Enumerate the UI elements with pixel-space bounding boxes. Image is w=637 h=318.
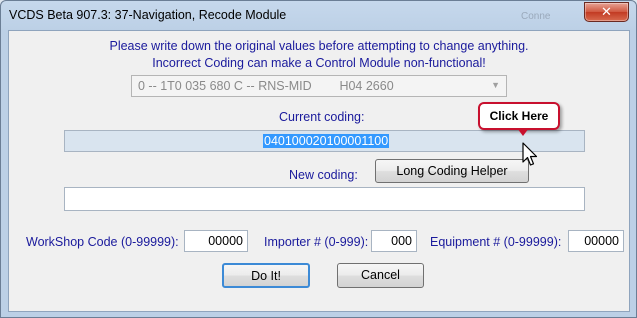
warning-line-2: Incorrect Coding can make a Control Modu… [152,56,486,70]
click-here-callout: Click Here [478,102,560,130]
window-title: VCDS Beta 907.3: 37-Navigation, Recode M… [9,8,287,22]
importer-input[interactable]: 000 [371,230,417,252]
do-it-button[interactable]: Do It! [222,263,310,288]
recode-dialog: VCDS Beta 907.3: 37-Navigation, Recode M… [0,0,637,318]
equipment-input[interactable]: 00000 [568,230,624,252]
mouse-cursor-icon [522,142,538,166]
workshop-code-input[interactable]: 00000 [184,230,248,252]
title-bar[interactable]: VCDS Beta 907.3: 37-Navigation, Recode M… [1,1,636,31]
background-window-text: Conne [521,11,551,22]
module-select[interactable]: 0 -- 1T0 035 680 C -- RNS-MID H04 2660 ▼ [131,75,507,97]
close-icon: ✕ [601,4,612,19]
new-coding-label: New coding: [289,168,358,182]
importer-label: Importer # (0-999): [264,235,369,249]
close-button[interactable]: ✕ [584,2,629,22]
equipment-label: Equipment # (0-99999): [430,235,562,249]
current-coding-field[interactable]: 040100020100001100 [64,130,585,152]
current-coding-label: Current coding: [279,110,365,124]
module-select-value: 0 -- 1T0 035 680 C -- RNS-MID H04 2660 [138,79,394,93]
cancel-button[interactable]: Cancel [337,263,424,288]
workshop-code-label: WorkShop Code (0-99999): [26,235,179,249]
dialog-body: Please write down the original values be… [8,30,630,312]
current-coding-value: 040100020100001100 [263,134,390,148]
callout-pointer [517,128,529,136]
chevron-down-icon: ▼ [491,80,500,90]
new-coding-input[interactable] [64,187,585,211]
warning-line-1: Please write down the original values be… [109,39,529,53]
long-coding-helper-button[interactable]: Long Coding Helper [375,159,529,183]
